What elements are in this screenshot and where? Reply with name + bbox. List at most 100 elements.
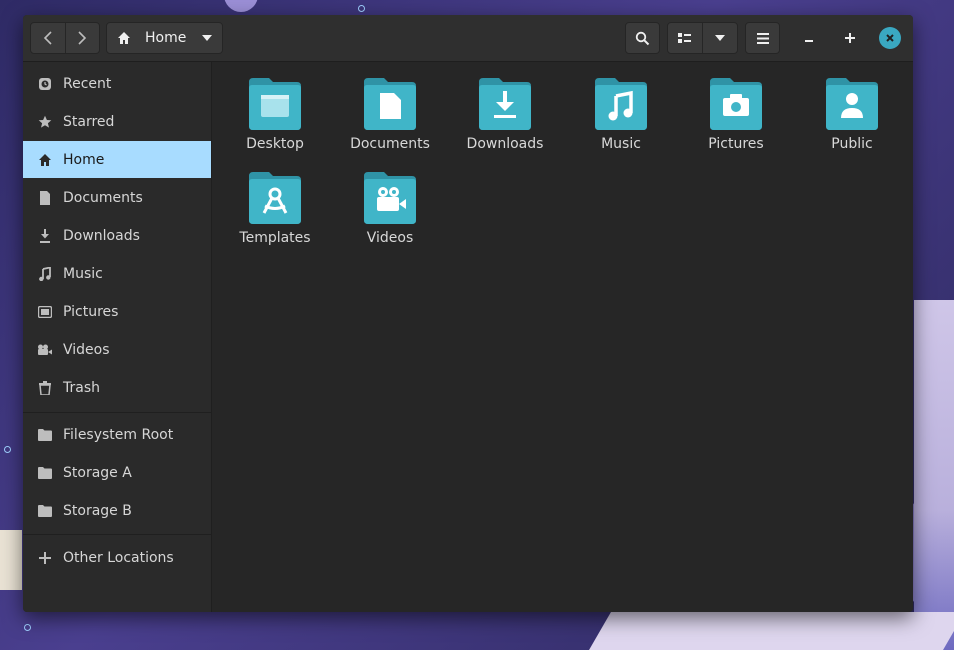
file-item-pictures[interactable]: Pictures xyxy=(686,76,786,166)
sidebar-item-downloads[interactable]: Downloads xyxy=(23,217,211,254)
document-icon xyxy=(37,190,53,206)
hamburger-menu-icon xyxy=(756,32,769,44)
sidebar-divider xyxy=(23,412,211,413)
sidebar-item-label: Storage B xyxy=(63,502,132,519)
sidebar-item-label: Pictures xyxy=(63,303,119,320)
home-icon xyxy=(37,152,53,168)
templates-folder-icon xyxy=(249,172,301,224)
picture-icon xyxy=(37,304,53,320)
close-button[interactable] xyxy=(879,27,901,49)
videos-folder-icon xyxy=(364,172,416,224)
sidebar-item-label: Filesystem Root xyxy=(63,426,174,443)
public-folder-icon xyxy=(826,78,878,130)
sidebar-item-storage-a[interactable]: Storage A xyxy=(23,454,211,491)
forward-button[interactable] xyxy=(64,23,100,53)
back-button[interactable] xyxy=(31,23,65,53)
documents-folder-icon xyxy=(364,78,416,130)
wallpaper-star xyxy=(358,5,365,12)
file-name: Pictures xyxy=(708,136,764,152)
file-name: Music xyxy=(601,136,641,152)
home-icon xyxy=(118,32,130,44)
sidebar-item-label: Videos xyxy=(63,341,110,358)
list-view-icon xyxy=(678,33,691,43)
file-grid: Desktop Documents Downloads Music Pictur… xyxy=(212,62,913,612)
file-name: Desktop xyxy=(246,136,304,152)
view-options-button[interactable] xyxy=(702,23,737,53)
file-item-templates[interactable]: Templates xyxy=(225,170,325,260)
file-item-documents[interactable]: Documents xyxy=(340,76,440,166)
sidebar-item-label: Recent xyxy=(63,75,112,92)
sidebar-item-trash[interactable]: Trash xyxy=(23,369,211,406)
sidebar-item-home[interactable]: Home xyxy=(23,141,211,178)
wallpaper-star xyxy=(24,624,31,631)
sidebar-item-music[interactable]: Music xyxy=(23,255,211,292)
sidebar-item-label: Trash xyxy=(63,379,100,396)
music-note-icon xyxy=(37,266,53,282)
sidebar-item-videos[interactable]: Videos xyxy=(23,331,211,368)
sidebar-item-other-locations[interactable]: Other Locations xyxy=(23,539,211,576)
folder-icon xyxy=(37,503,53,519)
sidebar-item-starred[interactable]: Starred xyxy=(23,103,211,140)
maximize-icon xyxy=(845,33,855,43)
wallpaper-slab xyxy=(0,530,22,590)
sidebar-item-recent[interactable]: Recent xyxy=(23,65,211,102)
sidebar-item-label: Music xyxy=(63,265,103,282)
desktop-folder-icon xyxy=(249,78,301,130)
file-name: Downloads xyxy=(466,136,544,152)
video-camera-icon xyxy=(37,342,53,358)
caret-down-icon xyxy=(715,35,725,41)
main-menu-button[interactable] xyxy=(745,22,780,54)
sidebar-item-storage-b[interactable]: Storage B xyxy=(23,492,211,529)
sidebar-item-label: Storage A xyxy=(63,464,132,481)
sidebar-item-label: Home xyxy=(63,151,105,168)
file-name: Templates xyxy=(239,230,311,246)
search-icon xyxy=(635,31,650,45)
chevron-right-icon xyxy=(78,31,87,45)
file-manager-window: Home Recent Starred Home Documents Downl… xyxy=(23,15,913,612)
sidebar-item-label: Starred xyxy=(63,113,115,130)
sidebar-item-pictures[interactable]: Pictures xyxy=(23,293,211,330)
clock-icon xyxy=(37,76,53,92)
caret-down-icon xyxy=(202,35,212,41)
minimize-icon xyxy=(805,40,813,42)
folder-icon xyxy=(37,427,53,443)
file-item-music[interactable]: Music xyxy=(571,76,671,166)
sidebar: Recent Starred Home Documents Downloads … xyxy=(23,62,212,612)
file-name: Videos xyxy=(366,230,414,246)
navigation-buttons xyxy=(30,22,100,54)
plus-icon xyxy=(37,550,53,566)
pictures-folder-icon xyxy=(710,78,762,130)
wallpaper-star xyxy=(4,446,11,453)
star-icon xyxy=(37,114,53,130)
minimize-button[interactable] xyxy=(798,27,820,49)
chevron-left-icon xyxy=(43,31,52,45)
view-mode-button[interactable] xyxy=(668,23,702,53)
sidebar-item-label: Documents xyxy=(63,189,143,206)
view-buttons xyxy=(667,22,738,54)
sidebar-item-label: Downloads xyxy=(63,227,140,244)
downloads-folder-icon xyxy=(479,78,531,130)
path-label: Home xyxy=(145,30,187,46)
sidebar-item-label: Other Locations xyxy=(63,549,174,566)
sidebar-item-filesystem-root[interactable]: Filesystem Root xyxy=(23,416,211,453)
wallpaper-floor xyxy=(589,612,954,650)
wallpaper-planet xyxy=(224,0,258,12)
file-name: Documents xyxy=(350,136,430,152)
file-item-downloads[interactable]: Downloads xyxy=(455,76,555,166)
music-folder-icon xyxy=(595,78,647,130)
file-item-desktop[interactable]: Desktop xyxy=(225,76,325,166)
download-icon xyxy=(37,228,53,244)
file-name: Public xyxy=(831,136,873,152)
wallpaper-building xyxy=(914,300,954,650)
search-button[interactable] xyxy=(625,22,660,54)
path-button-home[interactable]: Home xyxy=(106,22,223,54)
close-icon xyxy=(886,34,894,42)
trash-icon xyxy=(37,380,53,396)
header-bar: Home xyxy=(23,15,913,62)
file-item-videos[interactable]: Videos xyxy=(340,170,440,260)
sidebar-divider xyxy=(23,534,211,535)
sidebar-item-documents[interactable]: Documents xyxy=(23,179,211,216)
folder-icon xyxy=(37,465,53,481)
maximize-button[interactable] xyxy=(839,27,861,49)
file-item-public[interactable]: Public xyxy=(802,76,902,166)
